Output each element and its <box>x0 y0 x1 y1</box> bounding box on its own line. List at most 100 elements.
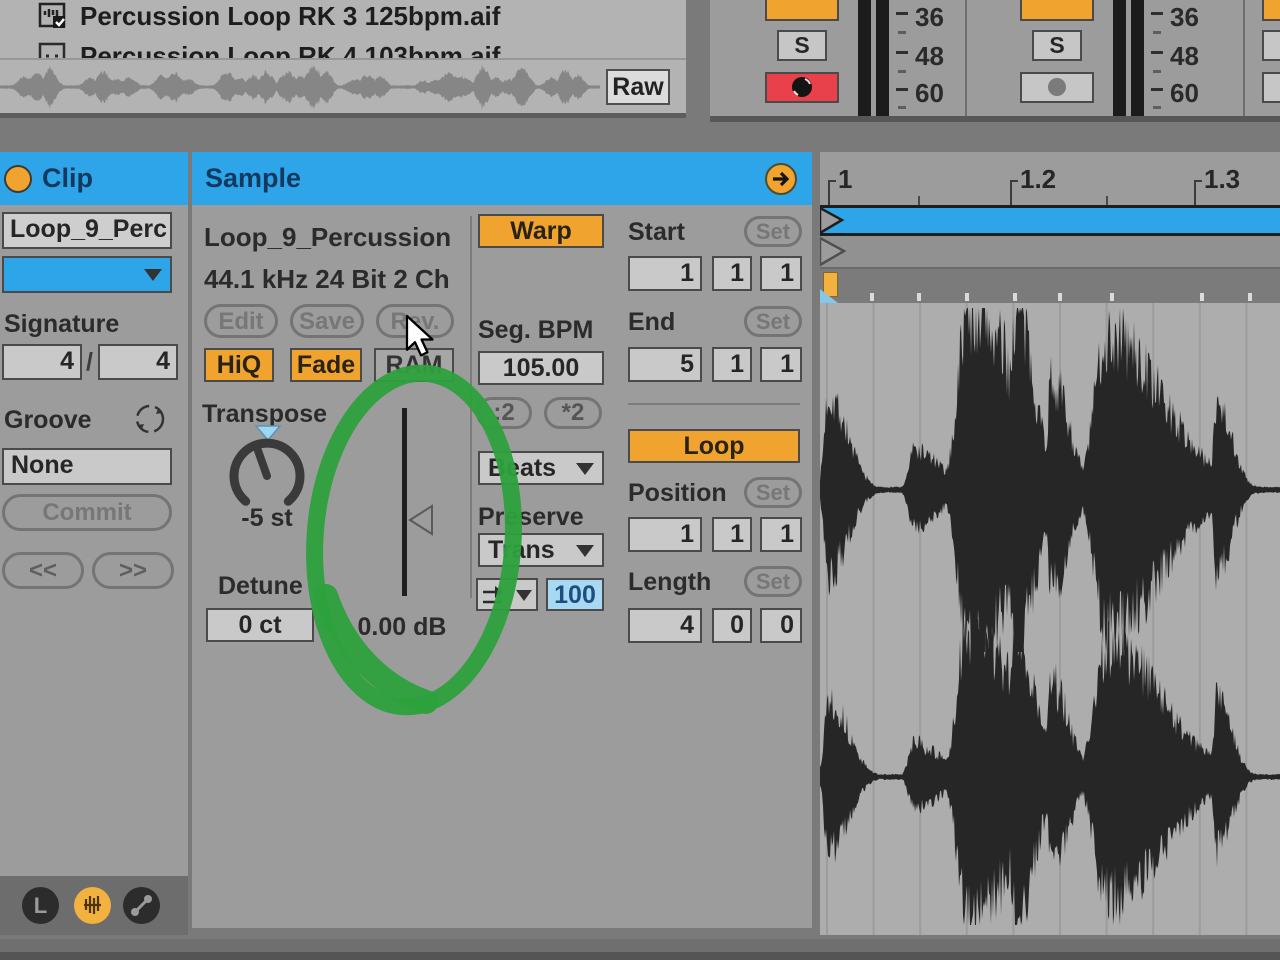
record-circle-icon <box>792 77 812 97</box>
length-sixteenths-field[interactable]: 0 <box>760 608 802 643</box>
ruler-label: 1 <box>838 164 853 194</box>
position-sixteenths-field[interactable]: 1 <box>760 517 802 552</box>
edit-sample-button[interactable]: Edit <box>204 304 278 338</box>
level-meter <box>858 0 889 116</box>
clip-view-tab-strip: L <box>0 876 188 935</box>
transient-tick <box>917 293 922 301</box>
transient-resolution-field[interactable]: 100 <box>546 578 604 611</box>
length-bars-field[interactable]: 4 <box>628 608 702 643</box>
transient-loop-mode-selector[interactable] <box>476 578 538 611</box>
browser-file-name: Percussion Loop RK 3 125bpm.aif <box>80 1 501 31</box>
clip-panel-title: Clip <box>42 163 93 193</box>
sample-editor: 1 1.2 1.3 <box>820 152 1280 935</box>
end-set-button[interactable]: Set <box>744 306 802 337</box>
track-activator-button[interactable] <box>1262 0 1280 21</box>
start-bars-field[interactable]: 1 <box>628 256 702 291</box>
track-activator-button[interactable] <box>1020 0 1094 21</box>
signature-numerator-field[interactable]: 4 <box>2 344 82 380</box>
end-sixteenths-field[interactable]: 1 <box>760 347 802 382</box>
commit-button[interactable]: Commit <box>2 494 172 531</box>
meter-scale-value: 48 <box>915 41 944 71</box>
nudge-forward-button[interactable]: >> <box>92 552 174 589</box>
preview-waveform[interactable] <box>0 63 600 111</box>
arm-record-button[interactable] <box>1262 72 1280 103</box>
loop-brace[interactable] <box>820 205 1280 236</box>
transient-tick <box>1247 293 1252 301</box>
preserve-mode-selector[interactable]: Trans <box>478 533 604 567</box>
position-bars-field[interactable]: 1 <box>628 517 702 552</box>
launch-box-tab[interactable]: L <box>22 887 59 924</box>
envelope-icon <box>131 895 152 916</box>
groove-pool-icon[interactable] <box>133 402 167 436</box>
arm-record-button[interactable] <box>765 72 839 103</box>
signature-denominator-field[interactable]: 4 <box>98 344 178 380</box>
groove-label: Groove <box>4 406 92 434</box>
end-beats-field[interactable]: 1 <box>712 347 752 382</box>
sample-format-info: 44.1 kHz 24 Bit 2 Ch <box>204 264 450 294</box>
clip-panel: Clip Loop_9_Perc Signature 4 / 4 Groove … <box>0 152 188 935</box>
loop-mode-arrow-icon <box>483 586 503 604</box>
transient-tick <box>1199 293 1204 301</box>
warp-mode-selector[interactable]: Beats <box>478 451 604 485</box>
envelope-box-tab[interactable] <box>123 887 160 924</box>
nudge-back-button[interactable]: << <box>2 552 84 589</box>
solo-button[interactable] <box>1262 30 1280 61</box>
save-sample-button[interactable]: Save <box>290 304 364 338</box>
browser-file-row[interactable]: Percussion Loop RK 3 125bpm.aif <box>0 0 686 34</box>
groove-selector[interactable]: None <box>2 448 172 485</box>
seg-bpm-field[interactable]: 105.00 <box>478 351 604 385</box>
signature-separator: / <box>86 348 93 376</box>
hiq-button[interactable]: HiQ <box>204 348 274 382</box>
length-set-button[interactable]: Set <box>744 566 802 597</box>
half-tempo-button[interactable]: :2 <box>476 397 532 429</box>
loop-start-marker[interactable] <box>820 207 846 234</box>
sample-box-tab[interactable] <box>74 887 111 924</box>
solo-button[interactable]: S <box>777 30 827 61</box>
meter-scale-value: 60 <box>1170 78 1199 108</box>
position-set-button[interactable]: Set <box>744 477 802 508</box>
clip-color-chooser[interactable] <box>2 256 172 293</box>
meter-scale-value: 36 <box>915 2 944 32</box>
section-divider <box>628 403 800 405</box>
position-label: Position <box>628 479 727 507</box>
start-beats-field[interactable]: 1 <box>712 256 752 291</box>
detune-spinner-icon[interactable] <box>316 615 336 637</box>
preserve-mode-value: Trans <box>488 536 555 564</box>
transient-tick <box>964 293 969 301</box>
warp-button[interactable]: Warp <box>478 214 604 248</box>
ram-button[interactable]: RAM <box>374 348 454 382</box>
loop-button[interactable]: Loop <box>628 429 800 463</box>
track-activator-button[interactable] <box>765 0 839 21</box>
length-beats-field[interactable]: 0 <box>712 608 752 643</box>
record-circle-icon <box>1048 78 1066 96</box>
position-beats-field[interactable]: 1 <box>712 517 752 552</box>
clip-name-field[interactable]: Loop_9_Perc <box>2 212 172 249</box>
waveform-icon <box>84 896 101 914</box>
warp-marker-strip[interactable] <box>820 267 1280 303</box>
double-tempo-button[interactable]: *2 <box>544 397 602 429</box>
start-set-button[interactable]: Set <box>744 216 802 247</box>
transient-tick <box>1012 293 1017 301</box>
waveform-display[interactable] <box>820 303 1280 935</box>
mixer-panel: S 36 48 60 S 36 48 60 <box>710 0 1280 122</box>
detune-field[interactable]: 0 ct <box>206 608 314 642</box>
reverse-sample-button[interactable]: Rev. <box>376 304 454 338</box>
follow-arrow-button[interactable] <box>764 162 798 196</box>
start-marker[interactable] <box>820 237 848 267</box>
sample-panel-header: Sample <box>192 152 812 205</box>
end-bars-field[interactable]: 5 <box>628 347 702 382</box>
fade-button[interactable]: Fade <box>290 348 362 382</box>
raw-preview-button[interactable]: Raw <box>606 69 670 105</box>
start-sixteenths-field[interactable]: 1 <box>760 256 802 291</box>
ruler-label: 1.2 <box>1020 164 1057 194</box>
end-label: End <box>628 308 676 336</box>
warp-mode-value: Beats <box>488 454 557 482</box>
beat-time-ruler[interactable]: 1 1.2 1.3 <box>820 152 1280 205</box>
transpose-value: -5 st <box>241 504 293 532</box>
start-marker-row[interactable] <box>820 236 1280 267</box>
level-meter <box>1113 0 1144 116</box>
arm-record-button[interactable] <box>1020 72 1094 103</box>
gain-slider-handle[interactable] <box>408 504 434 536</box>
solo-button[interactable]: S <box>1032 30 1082 61</box>
meter-scale-value: 36 <box>1170 2 1199 32</box>
